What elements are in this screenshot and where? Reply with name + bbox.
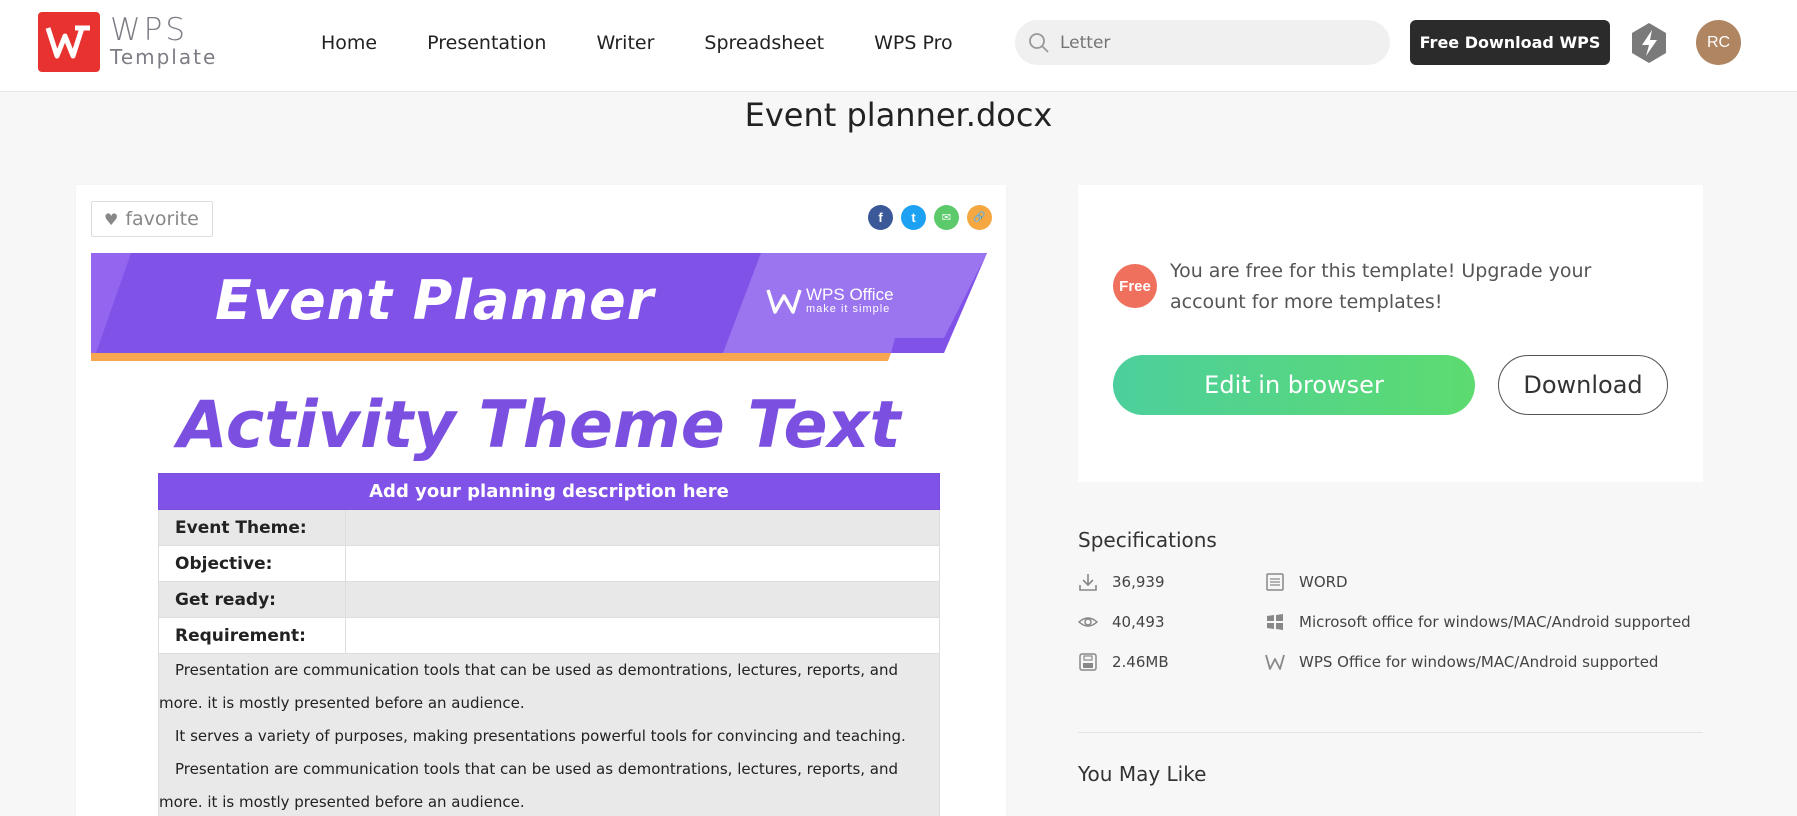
lightning-icon[interactable] [1630, 22, 1668, 64]
row-label-requirement: Requirement: [158, 617, 346, 654]
nav-spreadsheet[interactable]: Spreadsheet [704, 32, 824, 54]
table-row: Requirement: [158, 617, 940, 654]
views-value: 40,493 [1112, 613, 1165, 631]
description-paragraph: Presentation are communication tools tha… [159, 760, 899, 811]
ms-support-value: Microsoft office for windows/MAC/Android… [1299, 613, 1691, 631]
wps-logo-icon [38, 12, 100, 72]
search-icon [1029, 32, 1049, 53]
description-paragraph: It serves a variety of purposes, making … [175, 727, 906, 745]
logo-text-wps: WPS [110, 12, 189, 48]
row-label-event-theme: Event Theme: [158, 509, 346, 546]
table-row: Objective: [158, 545, 940, 582]
specifications-title: Specifications [1078, 528, 1217, 552]
row-value [345, 617, 940, 654]
banner-logo-tagline: make it simple [806, 303, 891, 315]
heart-icon: ♥ [104, 209, 119, 229]
row-label-objective: Objective: [158, 545, 346, 582]
spec-size: 2.46MB [1078, 652, 1169, 672]
downloads-value: 36,939 [1112, 573, 1165, 591]
banner-title: Event Planner [215, 269, 655, 332]
spec-wps-support: WPS Office for windows/MAC/Android suppo… [1265, 652, 1658, 672]
eye-icon [1078, 617, 1098, 627]
logo-text-template: Template [110, 45, 218, 69]
format-value: WORD [1299, 573, 1348, 591]
free-message: You are free for this template! Upgrade … [1170, 260, 1592, 313]
share-buttons: f t ✉ 🔗 [868, 205, 992, 230]
facebook-share-icon[interactable]: f [868, 205, 893, 230]
table-row: Get ready: [158, 581, 940, 618]
document-format-icon [1266, 573, 1284, 591]
nav-writer[interactable]: Writer [596, 32, 654, 54]
table-header-row: Add your planning description here [158, 473, 940, 510]
wps-w-icon [766, 289, 802, 314]
row-value [345, 581, 940, 618]
table-header: Add your planning description here [158, 473, 940, 510]
you-may-like-title: You May Like [1078, 762, 1207, 786]
free-download-wps-button[interactable]: Free Download WPS [1410, 20, 1610, 65]
search-box[interactable] [1015, 20, 1390, 65]
main-nav: Home Presentation Writer Spreadsheet WPS… [321, 0, 953, 86]
edit-in-browser-button[interactable]: Edit in browser [1113, 355, 1475, 415]
template-preview-card: ♥ favorite f t ✉ 🔗 Event Planner WPS Off… [76, 185, 1006, 816]
windows-icon [1267, 614, 1283, 630]
link-share-icon[interactable]: 🔗 [967, 205, 992, 230]
banner-logo-text: WPS Office [806, 285, 894, 304]
row-label-get-ready: Get ready: [158, 581, 346, 618]
divider [1078, 732, 1703, 733]
free-badge: Free [1113, 264, 1157, 308]
row-value [345, 545, 940, 582]
search-input[interactable] [1060, 32, 1360, 53]
email-share-icon[interactable]: ✉ [934, 205, 959, 230]
spec-downloads: 36,939 [1078, 572, 1165, 592]
planning-table: Add your planning description here Event… [158, 473, 940, 816]
favorite-button[interactable]: ♥ favorite [91, 201, 213, 237]
nav-wps-pro[interactable]: WPS Pro [874, 32, 953, 54]
banner-wps-logo: WPS Office make it simple [766, 285, 894, 315]
favorite-label: favorite [125, 208, 199, 230]
nav-home[interactable]: Home [321, 32, 377, 54]
download-button[interactable]: Download [1498, 355, 1668, 415]
user-avatar[interactable]: RC [1696, 20, 1741, 65]
description-cell: Presentation are communication tools tha… [158, 653, 940, 816]
row-value [345, 509, 940, 546]
description-row: Presentation are communication tools tha… [158, 653, 940, 816]
spec-ms-support: Microsoft office for windows/MAC/Android… [1265, 612, 1691, 632]
template-info-panel: Free You are free for this template! Upg… [1078, 185, 1703, 482]
file-size-icon [1079, 653, 1097, 671]
wps-support-value: WPS Office for windows/MAC/Android suppo… [1299, 653, 1659, 671]
document-preview: Event Planner WPS Office make it simple … [91, 253, 987, 816]
table-row: Event Theme: [158, 509, 940, 546]
activity-theme-heading: Activity Theme Text [177, 388, 901, 463]
page-title: Event planner.docx [744, 96, 1053, 134]
download-count-icon [1079, 574, 1097, 591]
nav-presentation[interactable]: Presentation [427, 32, 546, 54]
twitter-share-icon[interactable]: t [901, 205, 926, 230]
spec-views: 40,493 [1078, 612, 1165, 632]
description-paragraph: Presentation are communication tools tha… [159, 661, 899, 712]
size-value: 2.46MB [1112, 653, 1169, 671]
wps-template-logo[interactable]: WPS Template [38, 12, 217, 72]
spec-format: WORD [1265, 572, 1348, 592]
header: WPS Template Home Presentation Writer Sp… [0, 0, 1797, 92]
wps-icon [1265, 654, 1285, 670]
